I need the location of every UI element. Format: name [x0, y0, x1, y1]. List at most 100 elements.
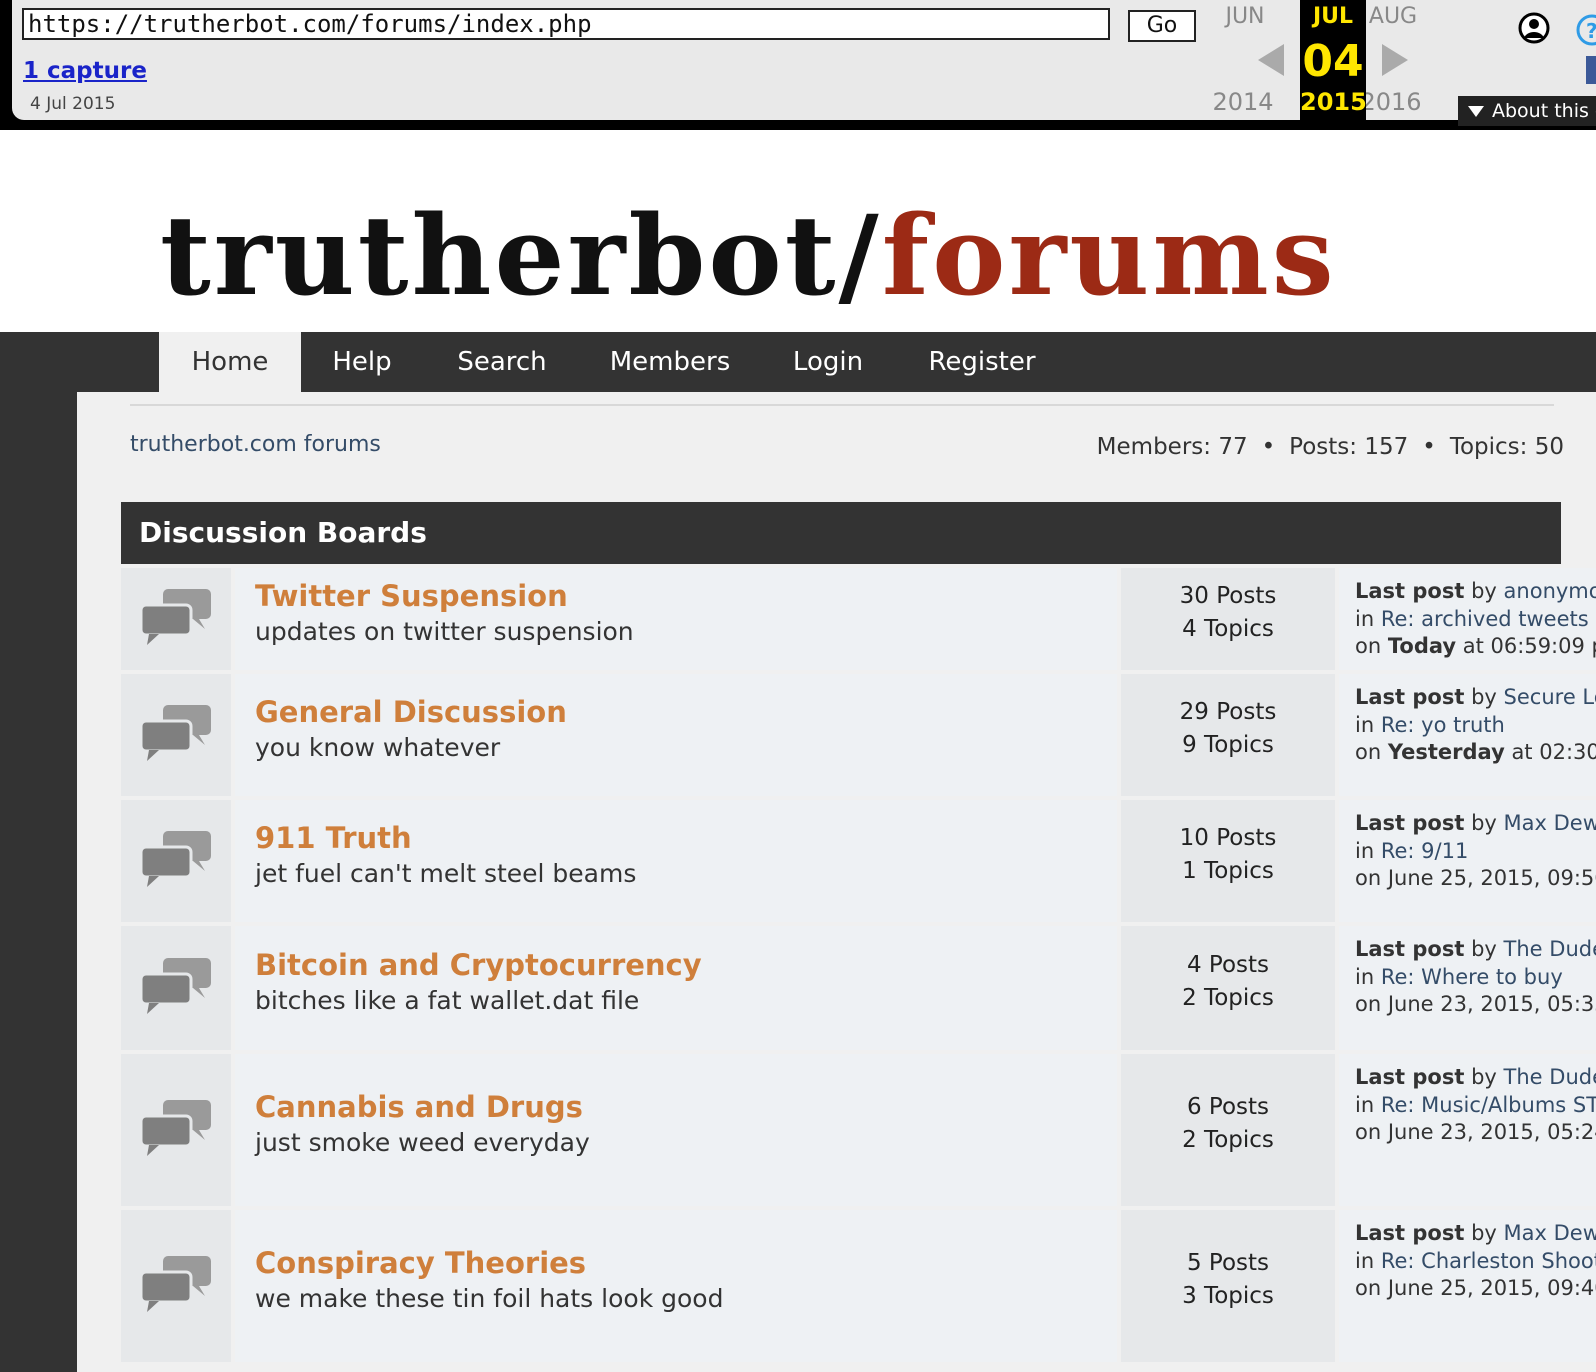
last-post-author-link[interactable]: The Dude — [1504, 937, 1596, 961]
board-topics-count: 9 Topics — [1182, 732, 1274, 758]
last-post-info: Last post by anonymoose in Re: archived … — [1355, 578, 1596, 661]
last-post-on: on — [1355, 992, 1382, 1016]
chat-bubbles-icon — [139, 958, 211, 1014]
breadcrumb[interactable]: trutherbot.com forums — [130, 432, 381, 457]
topics-count: Topics: 50 — [1449, 434, 1564, 460]
help-icon[interactable]: ? — [1576, 14, 1596, 46]
last-post-author-link[interactable]: Max Dewald — [1504, 811, 1596, 835]
next-capture-arrow-icon[interactable] — [1382, 44, 1408, 76]
members-count: Members: 77 — [1096, 434, 1248, 460]
last-post-info: Last post by Max Dewald in Re: Charlesto… — [1355, 1220, 1596, 1303]
board-topics-count: 4 Topics — [1182, 616, 1274, 642]
board-title-link[interactable]: Bitcoin and Cryptocurrency — [255, 948, 702, 982]
posts-count: Posts: 157 — [1289, 434, 1409, 460]
nav-register[interactable]: Register — [897, 332, 1067, 392]
board-description: bitches like a fat wallet.dat file — [255, 986, 640, 1015]
last-post-when: June 25, 2015, 09:40:03 am — [1387, 1276, 1596, 1300]
board-category-header: Discussion Boards — [121, 502, 1561, 564]
last-post-label: Last post — [1355, 1065, 1465, 1089]
nav-login[interactable]: Login — [759, 332, 897, 392]
board-title-link[interactable]: 911 Truth — [255, 821, 412, 855]
svg-text:?: ? — [1586, 19, 1596, 43]
last-post-label: Last post — [1355, 579, 1465, 603]
board-description: you know whatever — [255, 733, 501, 762]
board-posts-count: 4 Posts — [1186, 952, 1270, 978]
last-post-on: on — [1355, 1120, 1382, 1144]
board-topics-count: 2 Topics — [1182, 1127, 1274, 1153]
last-post-when: June 23, 2015, 05:33:23 pm — [1387, 992, 1596, 1016]
board-title-link[interactable]: Conspiracy Theories — [255, 1246, 586, 1280]
wayback-prev-month[interactable]: JUN — [1210, 4, 1280, 29]
board-posts-count: 6 Posts — [1186, 1094, 1270, 1120]
last-post-in: in — [1355, 712, 1375, 737]
dropdown-triangle-icon — [1468, 106, 1484, 117]
site-logo[interactable]: trutherbot/forums — [160, 196, 1337, 316]
board-info-cell: Cannabis and Drugs just smoke weed every… — [235, 1054, 1117, 1206]
last-post-author-link[interactable]: anonymoose — [1504, 579, 1596, 603]
wayback-captures-link[interactable]: 1 capture — [23, 58, 147, 84]
wayback-toolbar: https://trutherbot.com/forums/index.php … — [0, 0, 1596, 130]
board-description: updates on twitter suspension — [255, 617, 634, 646]
board-last-post-cell: Last post by The Dude in Re: Where to bu… — [1339, 926, 1596, 1050]
nav-search[interactable]: Search — [423, 332, 581, 392]
last-post-author-link[interactable]: The Dude — [1504, 1065, 1596, 1089]
last-post-in: in — [1355, 964, 1375, 989]
last-post-by: by — [1471, 579, 1497, 603]
about-capture-label: About this ca — [1492, 100, 1596, 122]
wayback-url-input[interactable]: https://trutherbot.com/forums/index.php — [22, 8, 1110, 40]
last-post-by: by — [1471, 1065, 1497, 1089]
last-post-label: Last post — [1355, 685, 1465, 709]
last-post-info: Last post by Secure Lemons in Re: yo tru… — [1355, 684, 1596, 767]
board-title-link[interactable]: Cannabis and Drugs — [255, 1090, 583, 1124]
board-icon-cell — [121, 1054, 231, 1206]
last-post-when-bold: Yesterday — [1387, 740, 1505, 764]
facebook-share-icon[interactable] — [1586, 56, 1596, 84]
last-post-when: at 02:30:05 pm — [1511, 740, 1596, 764]
nav-members[interactable]: Members — [581, 332, 759, 392]
last-post-topic-link[interactable]: Re: Charleston Shooting ... — [1381, 1249, 1596, 1273]
board-stats-cell: 30 Posts 4 Topics — [1121, 568, 1335, 670]
logo-text-dark: trutherbot/ — [160, 191, 882, 320]
board-last-post-cell: Last post by anonymoose in Re: archived … — [1339, 568, 1596, 670]
board-icon-cell — [121, 568, 231, 670]
board-stats-cell: 4 Posts 2 Topics — [1121, 926, 1335, 1050]
last-post-on: on — [1355, 740, 1382, 764]
user-account-icon[interactable] — [1518, 12, 1550, 44]
board-last-post-cell: Last post by Max Dewald in Re: 9/11 on J… — [1339, 800, 1596, 922]
wayback-prev-year[interactable]: 2014 — [1208, 88, 1278, 116]
last-post-by: by — [1471, 685, 1497, 709]
page-left-strip — [0, 392, 77, 1372]
last-post-topic-link[interactable]: Re: archived tweets — [1381, 607, 1589, 631]
last-post-topic-link[interactable]: Re: Where to buy — [1381, 965, 1563, 989]
last-post-topic-link[interactable]: Re: yo truth — [1381, 713, 1505, 737]
last-post-author-link[interactable]: Secure Lemons — [1504, 685, 1596, 709]
chat-bubbles-icon — [139, 1100, 211, 1156]
board-topics-count: 3 Topics — [1182, 1283, 1274, 1309]
board-posts-count: 5 Posts — [1186, 1250, 1270, 1276]
last-post-in: in — [1355, 838, 1375, 863]
last-post-author-link[interactable]: Max Dewald — [1504, 1221, 1596, 1245]
last-post-topic-link[interactable]: Re: Music/Albums STONED — [1381, 1093, 1596, 1117]
prev-capture-arrow-icon[interactable] — [1258, 44, 1284, 76]
about-capture-dropdown[interactable]: About this ca — [1458, 96, 1596, 126]
board-last-post-cell: Last post by Secure Lemons in Re: yo tru… — [1339, 674, 1596, 796]
board-info-cell: 911 Truth jet fuel can't melt steel beam… — [235, 800, 1117, 922]
logo-text-red: forums — [881, 191, 1337, 320]
board-title-link[interactable]: Twitter Suspension — [255, 579, 568, 613]
board-stats-cell: 29 Posts 9 Topics — [1121, 674, 1335, 796]
last-post-when: June 23, 2015, 05:24:42 pm — [1387, 1120, 1596, 1144]
board-title-link[interactable]: General Discussion — [255, 695, 567, 729]
last-post-on: on — [1355, 1276, 1382, 1300]
last-post-by: by — [1471, 937, 1497, 961]
wayback-next-month[interactable]: AUG — [1358, 4, 1428, 29]
board-description: we make these tin foil hats look good — [255, 1284, 724, 1313]
wayback-capture-date: 4 Jul 2015 — [30, 94, 116, 114]
nav-home[interactable]: Home — [159, 332, 301, 392]
wayback-go-button[interactable]: Go — [1128, 10, 1196, 42]
last-post-topic-link[interactable]: Re: 9/11 — [1381, 839, 1468, 863]
board-last-post-cell: Last post by The Dude in Re: Music/Album… — [1339, 1054, 1596, 1206]
last-post-by: by — [1471, 811, 1497, 835]
wayback-current-month: JUL — [1312, 4, 1354, 29]
nav-help[interactable]: Help — [301, 332, 423, 392]
last-post-by: by — [1471, 1221, 1497, 1245]
